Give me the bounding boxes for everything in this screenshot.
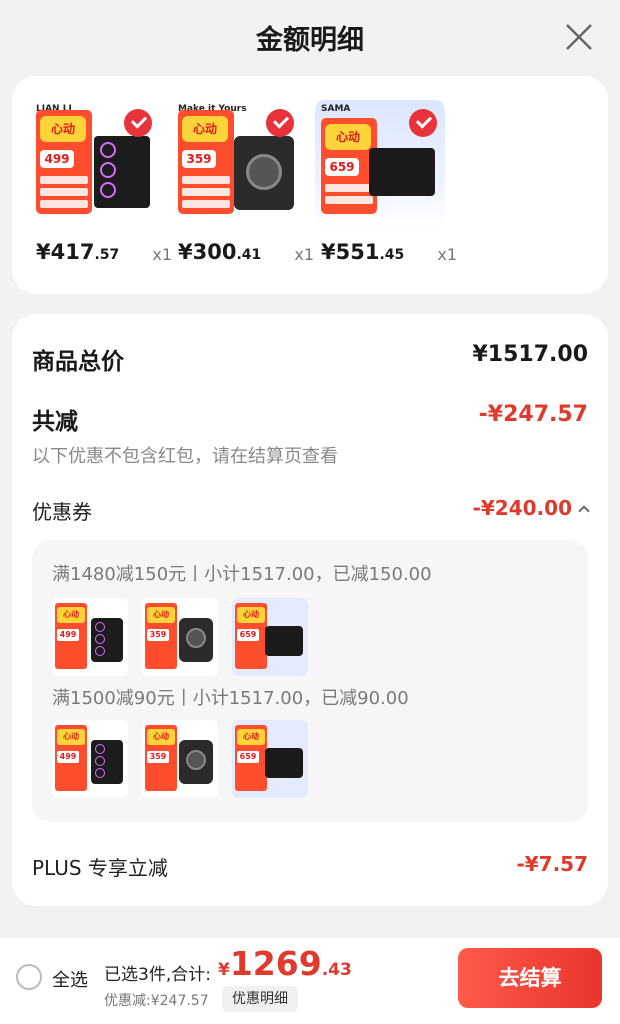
promo-price: 659 [325,158,359,176]
plus-value: -¥7.57 [516,852,588,876]
select-all-label[interactable]: 全选 [52,966,88,992]
brand-logo: SAMA [321,104,351,114]
reduce-value: -¥247.57 [478,402,588,427]
promo-title: 心动 [325,124,371,150]
checkout-button[interactable]: 去结算 [458,948,602,1008]
product-qty: x1 [294,245,314,264]
cpu-cooler-image [234,136,294,210]
product-image[interactable]: SAMA 心动 659 [315,100,445,230]
reduce-label: 共减 [32,409,78,435]
promo-title: 心动 [182,116,228,142]
product-item[interactable]: Make it Yours 心动 359 ¥300.41 x1 [172,100,314,264]
promo-title: 心动 [40,116,86,142]
promo-price: 499 [40,150,74,168]
mini-product-image: 心动 659 [232,720,308,798]
promo-poster: 心动 499 [36,110,92,214]
page-title: 金额明细 [256,25,364,56]
pc-case-image [94,136,150,208]
coupon-group-header: 满1500减90元丨小计1517.00，已减90.00 [52,688,409,709]
product-image[interactable]: LIAN LI 心动 499 [30,100,160,230]
reduce-note: 以下优惠不包含红包，请在结算页查看 [32,446,338,467]
product-item[interactable]: SAMA 心动 659 ¥551.45 x1 [315,100,457,264]
goods-total-label: 商品总价 [32,349,124,375]
coupon-toggle[interactable]: -¥240.00 [472,496,590,520]
coupon-value: -¥240.00 [472,496,572,520]
promo-poster: 心动 359 [178,110,234,214]
product-qty: x1 [437,245,457,264]
mini-product-image: 心动 499 [52,720,128,798]
product-price: ¥551.45 [321,240,405,264]
product-image[interactable]: Make it Yours 心动 359 [172,100,302,230]
mini-product-image: 心动 359 [142,720,218,798]
check-icon[interactable] [409,109,437,137]
selected-count: 已选3件,合计: [104,965,211,985]
check-icon[interactable] [124,109,152,137]
plus-label: PLUS 专享立减 [32,856,168,880]
close-icon[interactable] [564,22,594,52]
mini-product-image: 心动 659 [232,598,308,676]
mini-product-image: 心动 359 [142,598,218,676]
check-icon[interactable] [266,109,294,137]
product-price: ¥417.57 [36,240,120,264]
products-card: LIAN LI 心动 499 ¥417.57 x1 Make it Yours … [12,76,608,294]
coupon-group-header: 满1480减150元丨小计1517.00，已减150.00 [52,564,432,585]
coupon-detail-box: 满1480减150元丨小计1517.00，已减150.00 心动 499 心动 35… [32,540,588,822]
footer-bar: 全选 已选3件,合计: ¥1269.43 优惠减:¥247.57 优惠明细 去结… [0,938,620,1024]
power-supply-image [369,148,435,196]
discount-text: 优惠减:¥247.57 [104,993,209,1009]
coupon-label: 优惠券 [32,500,92,524]
product-price: ¥300.41 [178,240,262,264]
product-qty: x1 [152,245,172,264]
chevron-up-icon[interactable] [578,505,590,517]
total-price: ¥1269.43 [218,944,352,983]
promo-price: 359 [182,150,216,168]
mini-product-image: 心动 499 [52,598,128,676]
select-all-radio[interactable] [16,964,42,990]
header: 金额明细 [0,0,620,72]
goods-total-value: ¥1517.00 [472,342,588,367]
discount-detail-button[interactable]: 优惠明细 [222,986,298,1012]
price-detail-card: 商品总价 ¥1517.00 共减 -¥247.57 以下优惠不包含红包，请在结算… [12,314,608,906]
product-item[interactable]: LIAN LI 心动 499 ¥417.57 x1 [30,100,172,264]
